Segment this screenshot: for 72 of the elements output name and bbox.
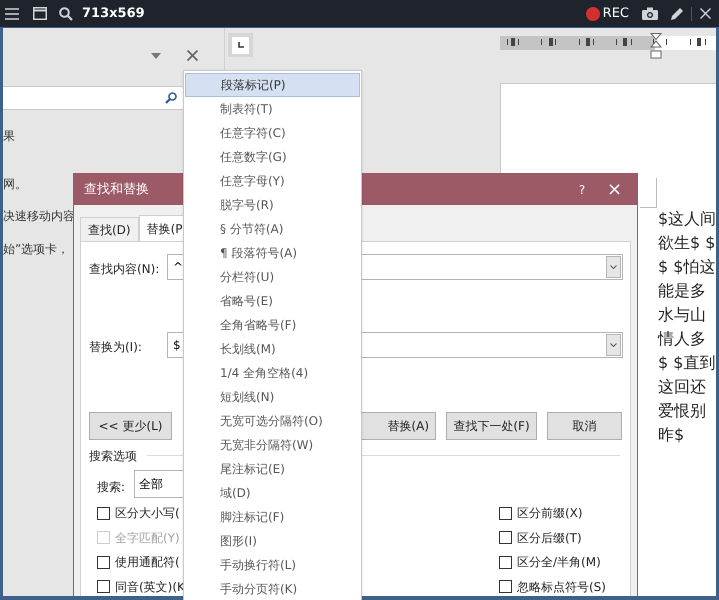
checkbox[interactable]: [97, 580, 110, 593]
search-icon: [165, 92, 177, 104]
document-text: 水与山: [658, 304, 707, 326]
pencil-icon[interactable]: [670, 6, 684, 20]
menu-item[interactable]: 脱字号(R): [185, 193, 360, 217]
window-icon[interactable]: [33, 7, 47, 20]
menu-item[interactable]: 无宽可选分隔符(O): [185, 409, 360, 433]
dialog-button[interactable]: 替换(A): [361, 412, 436, 440]
checkbox-label: 区分前缀(X): [517, 505, 583, 522]
help-button[interactable]: ?: [572, 180, 592, 198]
indent-marker-icon[interactable]: [650, 33, 662, 60]
menu-item[interactable]: 任意字母(Y): [185, 169, 360, 193]
field-label: 替换为(I):: [89, 339, 142, 356]
document-text: 昨$: [658, 424, 686, 446]
tab-stop-button[interactable]: [232, 36, 249, 54]
checkbox[interactable]: [97, 506, 110, 520]
menu-item[interactable]: 任意字符(C): [185, 121, 360, 145]
menu-item[interactable]: 段落标记(P): [185, 73, 360, 97]
checkbox[interactable]: [499, 580, 512, 593]
dialog-button[interactable]: << 更少(L): [89, 412, 172, 440]
menu-item[interactable]: 图形(I): [185, 529, 360, 553]
checkbox-label: 区分后缀(T): [517, 530, 582, 546]
document-text: 欲生$ $: [658, 232, 716, 254]
dropdown-caret-icon[interactable]: [151, 52, 161, 58]
menu-item[interactable]: 制表符(T): [185, 97, 360, 121]
checkbox[interactable]: [499, 556, 512, 568]
window-title: 查找和替换: [84, 180, 149, 199]
document-text: 情人多: [658, 328, 707, 350]
capture-size: 713x569: [82, 4, 145, 23]
checkbox-label: 全字匹配(Y): [115, 530, 180, 546]
document-text: 爱恨别: [658, 400, 707, 422]
menu-item[interactable]: 手动分页符(K): [185, 577, 360, 600]
pane-text: 网。: [3, 176, 27, 193]
record-icon: [586, 6, 600, 20]
checkbox[interactable]: [499, 506, 512, 520]
tab-stop-icon: [238, 42, 244, 48]
document-text: 能是多: [658, 280, 707, 302]
document-text: $这人间: [658, 208, 716, 230]
checkbox-label: 区分全/半角(M): [517, 554, 601, 571]
pane-text: 果: [3, 128, 15, 145]
menu-item[interactable]: 无宽非分隔符(W): [185, 433, 360, 457]
document-text: $ $直到: [658, 352, 716, 374]
checkbox[interactable]: [97, 556, 110, 568]
document-text: $ $怕这: [658, 256, 716, 278]
pane-text: 始”选项卡，: [3, 241, 70, 258]
menu-item[interactable]: 脚注标记(F): [185, 505, 360, 529]
menu-item[interactable]: 手动换行符(L): [185, 553, 360, 577]
search-icon[interactable]: [59, 6, 73, 20]
chevron-down-icon: [610, 265, 617, 269]
checkbox-label: 忽略标点符号(S): [517, 578, 606, 596]
close-icon[interactable]: [187, 50, 198, 61]
menu-item[interactable]: 任意数字(G): [185, 145, 360, 169]
checkbox-label: 区分大小写(: [115, 505, 180, 522]
record-button[interactable]: REC: [586, 4, 629, 24]
document-text: 这回还: [658, 376, 707, 398]
field-label: 搜索:: [97, 479, 126, 496]
close-button[interactable]: ×: [592, 176, 637, 203]
checkbox[interactable]: [499, 531, 512, 544]
dialog-tab[interactable]: 查找(D): [80, 217, 139, 241]
menu-item[interactable]: 省略号(E): [185, 289, 360, 313]
chevron-down-icon: [610, 343, 617, 347]
menu-item[interactable]: 长划线(M): [185, 337, 360, 361]
menu-icon[interactable]: [5, 8, 19, 20]
camera-icon[interactable]: [642, 7, 658, 20]
checkbox-label: 使用通配符(: [115, 554, 180, 571]
field-label: 查找内容(N):: [89, 261, 160, 278]
dialog-button[interactable]: 查找下一处(F): [446, 412, 537, 440]
menu-item[interactable]: 1/4 全角空格(4): [185, 361, 360, 385]
section-heading: 搜索选项: [89, 448, 137, 465]
crop-mark: [640, 178, 657, 208]
menu-item[interactable]: 短划线(N): [185, 385, 360, 409]
dialog-button[interactable]: 取消: [547, 412, 622, 440]
